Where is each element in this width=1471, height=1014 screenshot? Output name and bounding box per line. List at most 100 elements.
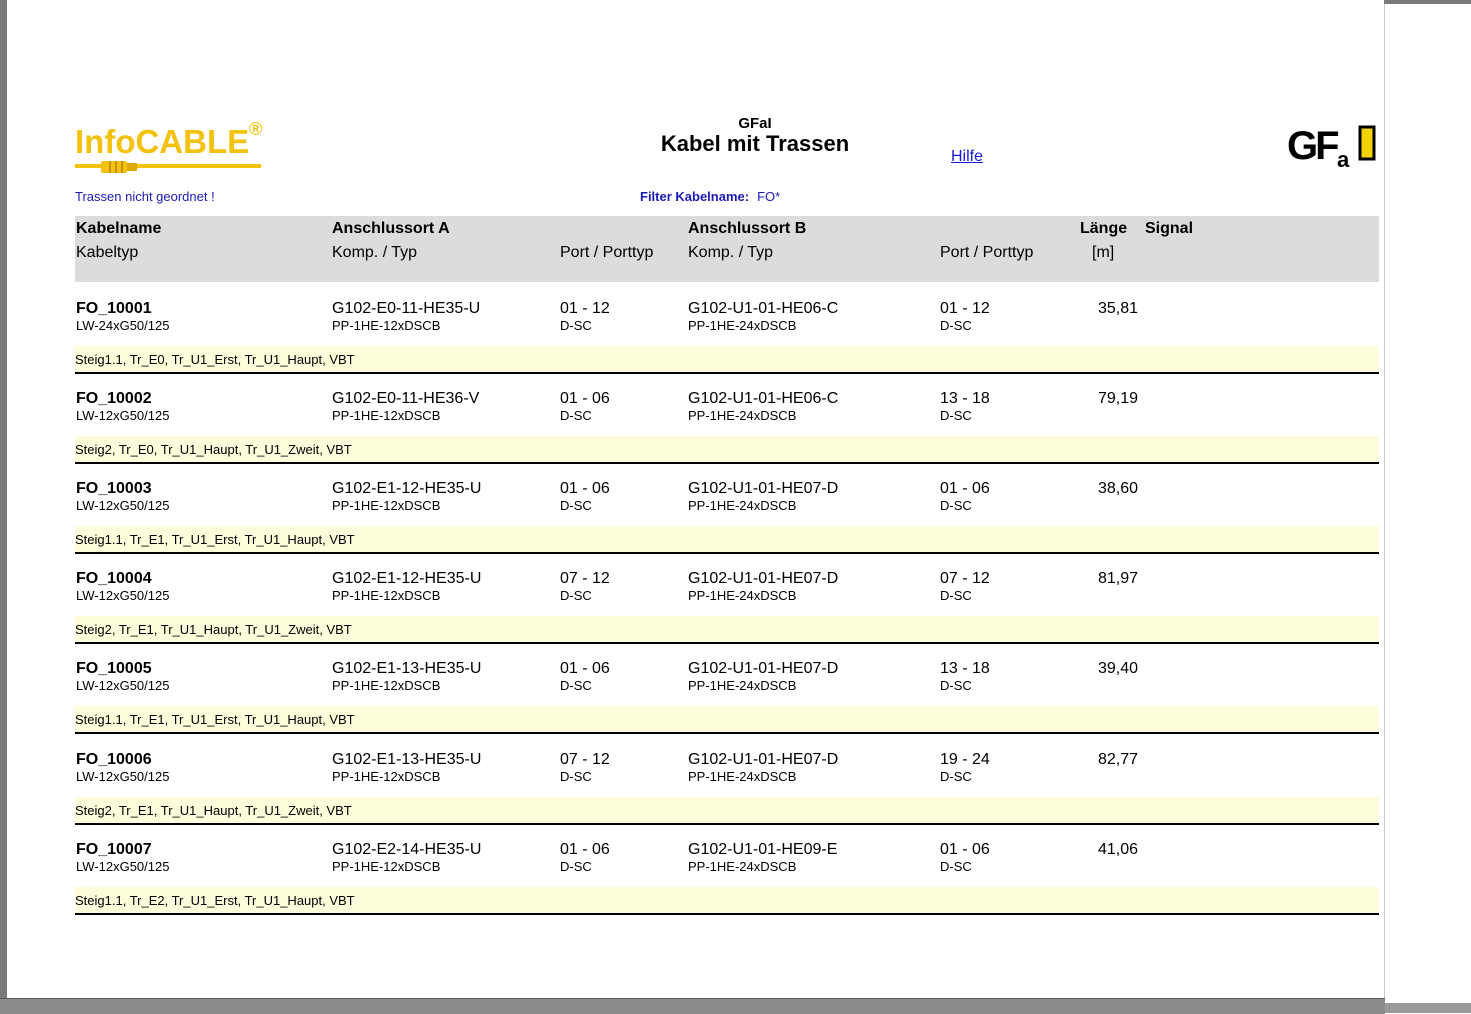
cable-name: FO_10001 bbox=[76, 300, 152, 317]
report-title: Kabel mit Trassen bbox=[660, 131, 850, 156]
col-kabeltyp: Kabeltyp bbox=[76, 244, 139, 261]
cable-plug-icon bbox=[101, 161, 137, 173]
cable-name: FO_10006 bbox=[76, 751, 152, 768]
cable-name: FO_10004 bbox=[76, 570, 152, 587]
b-porttype: D-SC bbox=[940, 588, 972, 603]
cable-name: FO_10003 bbox=[76, 480, 152, 497]
b-type: PP-1HE-24xDSCB bbox=[688, 498, 797, 513]
a-port: 01 - 06 bbox=[560, 390, 610, 407]
page-border-top-right bbox=[1384, 0, 1471, 4]
filter-value: FO* bbox=[757, 189, 781, 204]
col-anschlussort-b: Anschlussort B bbox=[688, 220, 807, 237]
a-type: PP-1HE-12xDSCB bbox=[332, 498, 441, 513]
col-signal: Signal bbox=[1145, 220, 1194, 237]
cable-type: LW-24xG50/125 bbox=[76, 318, 170, 333]
b-port: 13 - 18 bbox=[940, 660, 990, 677]
a-component: G102-E1-12-HE35-U bbox=[332, 570, 482, 587]
b-type: PP-1HE-24xDSCB bbox=[688, 678, 797, 693]
col-laenge: Länge bbox=[1080, 220, 1128, 237]
b-component: G102-U1-01-HE07-D bbox=[688, 660, 839, 677]
b-port: 01 - 06 bbox=[940, 841, 990, 858]
svg-text:GF: GF bbox=[1287, 125, 1338, 168]
table-row: FO_10006 LW-12xG50/125 G102-E1-13-HE35-U… bbox=[75, 745, 1379, 835]
col-laenge-unit: [m] bbox=[1092, 244, 1115, 261]
route-text: Steig1.1, Tr_E0, Tr_U1_Erst, Tr_U1_Haupt… bbox=[75, 352, 355, 367]
a-component: G102-E1-12-HE35-U bbox=[332, 480, 482, 497]
a-component: G102-E0-11-HE35-U bbox=[332, 300, 481, 317]
a-porttype: D-SC bbox=[560, 498, 592, 513]
b-type: PP-1HE-24xDSCB bbox=[688, 769, 797, 784]
route-text: Steig1.1, Tr_E1, Tr_U1_Erst, Tr_U1_Haupt… bbox=[75, 712, 355, 727]
page-border-bottom-right bbox=[1385, 1003, 1471, 1013]
a-porttype: D-SC bbox=[560, 678, 592, 693]
page-border-left bbox=[0, 0, 7, 1013]
cable-length: 39,40 bbox=[1098, 660, 1139, 677]
route-text: Steig2, Tr_E1, Tr_U1_Haupt, Tr_U1_Zweit,… bbox=[75, 622, 352, 637]
cable-length: 81,97 bbox=[1098, 570, 1139, 587]
route-list: Steig1.1, Tr_E0, Tr_U1_Erst, Tr_U1_Haupt… bbox=[75, 346, 1379, 374]
table-row: FO_10001 LW-24xG50/125 G102-E0-11-HE35-U… bbox=[75, 294, 1379, 384]
a-porttype: D-SC bbox=[560, 318, 592, 333]
cable-name: FO_10002 bbox=[76, 390, 152, 407]
b-porttype: D-SC bbox=[940, 678, 972, 693]
col-port-b: Port / Porttyp bbox=[940, 244, 1034, 261]
b-type: PP-1HE-24xDSCB bbox=[688, 408, 797, 423]
route-list: Steig1.1, Tr_E2, Tr_U1_Erst, Tr_U1_Haupt… bbox=[75, 887, 1379, 915]
route-list: Steig1.1, Tr_E1, Tr_U1_Erst, Tr_U1_Haupt… bbox=[75, 706, 1379, 734]
a-port: 07 - 12 bbox=[560, 570, 610, 587]
a-porttype: D-SC bbox=[560, 769, 592, 784]
a-type: PP-1HE-12xDSCB bbox=[332, 318, 441, 333]
route-text: Steig1.1, Tr_E2, Tr_U1_Erst, Tr_U1_Haupt… bbox=[75, 893, 355, 908]
cable-name: FO_10007 bbox=[76, 841, 152, 858]
b-component: G102-U1-01-HE06-C bbox=[688, 390, 839, 407]
page-border-bottom bbox=[0, 998, 1385, 1014]
route-text: Steig2, Tr_E1, Tr_U1_Haupt, Tr_U1_Zweit,… bbox=[75, 803, 352, 818]
sort-note: Trassen nicht geordnet ! bbox=[75, 189, 215, 204]
a-porttype: D-SC bbox=[560, 859, 592, 874]
b-porttype: D-SC bbox=[940, 769, 972, 784]
b-type: PP-1HE-24xDSCB bbox=[688, 588, 797, 603]
filter-info: Filter Kabelname: FO* bbox=[640, 189, 780, 204]
a-type: PP-1HE-12xDSCB bbox=[332, 769, 441, 784]
b-port: 19 - 24 bbox=[940, 751, 990, 768]
a-component: G102-E1-13-HE35-U bbox=[332, 751, 482, 768]
filter-label: Filter Kabelname: bbox=[640, 189, 750, 204]
infocable-logo-text: InfoCABLE® bbox=[75, 119, 263, 160]
cable-length: 82,77 bbox=[1098, 751, 1139, 768]
b-component: G102-U1-01-HE06-C bbox=[688, 300, 839, 317]
b-port: 01 - 12 bbox=[940, 300, 990, 317]
cable-type: LW-12xG50/125 bbox=[76, 859, 170, 874]
a-component: G102-E0-11-HE36-V bbox=[332, 390, 480, 407]
route-text: Steig1.1, Tr_E1, Tr_U1_Erst, Tr_U1_Haupt… bbox=[75, 532, 355, 547]
b-porttype: D-SC bbox=[940, 318, 972, 333]
col-komp-typ-a: Komp. / Typ bbox=[332, 244, 418, 261]
gfai-logo: GF a bbox=[1287, 125, 1376, 169]
route-list: Steig1.1, Tr_E1, Tr_U1_Erst, Tr_U1_Haupt… bbox=[75, 526, 1379, 554]
a-port: 01 - 06 bbox=[560, 660, 610, 677]
a-port: 01 - 06 bbox=[560, 841, 610, 858]
table-row: FO_10005 LW-12xG50/125 G102-E1-13-HE35-U… bbox=[75, 654, 1379, 744]
cable-length: 79,19 bbox=[1098, 390, 1139, 407]
a-component: G102-E2-14-HE35-U bbox=[332, 841, 482, 858]
table-header: Kabelname Kabeltyp Anschlussort A Komp. … bbox=[75, 216, 1379, 282]
a-type: PP-1HE-12xDSCB bbox=[332, 859, 441, 874]
infocable-logo: InfoCABLE® bbox=[75, 116, 265, 178]
org-name: GFaI bbox=[738, 115, 772, 132]
a-porttype: D-SC bbox=[560, 408, 592, 423]
b-porttype: D-SC bbox=[940, 408, 972, 423]
help-link[interactable]: Hilfe bbox=[951, 148, 983, 166]
table-row: FO_10002 LW-12xG50/125 G102-E0-11-HE36-V… bbox=[75, 384, 1379, 474]
cable-type: LW-12xG50/125 bbox=[76, 769, 170, 784]
a-component: G102-E1-13-HE35-U bbox=[332, 660, 482, 677]
cable-length: 35,81 bbox=[1098, 300, 1139, 317]
svg-text:a: a bbox=[1337, 147, 1350, 169]
b-component: G102-U1-01-HE07-D bbox=[688, 570, 839, 587]
cable-type: LW-12xG50/125 bbox=[76, 678, 170, 693]
route-text: Steig2, Tr_E0, Tr_U1_Haupt, Tr_U1_Zweit,… bbox=[75, 442, 352, 457]
col-komp-typ-b: Komp. / Typ bbox=[688, 244, 774, 261]
b-component: G102-U1-01-HE07-D bbox=[688, 751, 839, 768]
table-row: FO_10004 LW-12xG50/125 G102-E1-12-HE35-U… bbox=[75, 564, 1379, 654]
col-port-a: Port / Porttyp bbox=[560, 244, 654, 261]
page-border-right bbox=[1384, 4, 1385, 998]
a-port: 01 - 12 bbox=[560, 300, 610, 317]
